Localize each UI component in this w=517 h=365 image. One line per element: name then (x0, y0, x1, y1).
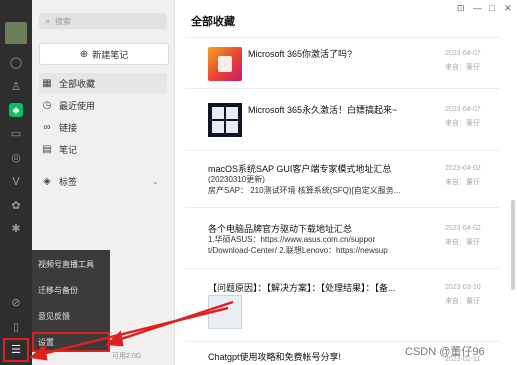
sidebar-item-label: 全部收藏 (59, 78, 96, 89)
clock-icon: ◷ (42, 99, 52, 111)
phone-icon[interactable]: ▯ (9, 320, 23, 334)
menu-item-live-tools[interactable]: 视频号直播工具 (32, 254, 110, 274)
item-source: 来自：董仔 (445, 120, 480, 127)
divider (185, 268, 500, 269)
sidebar-item-label: 链接 (59, 122, 78, 133)
link-icon: ∞ (43, 121, 51, 133)
item-date: 2023-04-02 (445, 225, 481, 232)
mini-program-icon[interactable]: ✿ (9, 199, 23, 213)
minimize-icon[interactable]: — (473, 3, 482, 13)
mini-games-icon[interactable]: ⊘ (9, 296, 23, 310)
item-date: 2023-04-07 (445, 106, 481, 113)
item-source: 来自：董仔 (445, 179, 480, 186)
favorites-icon[interactable]: ◆ (9, 103, 23, 117)
page-title: 全部收藏 (191, 16, 235, 28)
sidebar-item-label: 最近使用 (59, 100, 96, 111)
grid-icon: ▦ (42, 77, 52, 89)
windows-logo-thumbnail (208, 103, 242, 137)
annotation-arrows (29, 300, 234, 361)
menu-button-highlight (3, 338, 29, 362)
sidebar-item-recent[interactable]: ◷ 最近使用 (39, 95, 167, 115)
sidebar-item-label: 笔记 (59, 144, 78, 155)
sidebar-item-tags[interactable]: ◈ 标签 ⌄ (39, 171, 167, 191)
contacts-icon[interactable]: ♙ (9, 80, 23, 94)
item-source: 来自：董仔 (445, 239, 480, 246)
search-icon: ⌕ (45, 15, 51, 26)
new-note-label: 新建笔记 (92, 49, 129, 60)
chevron-down-icon: ⌄ (152, 176, 159, 186)
new-note-button[interactable]: ⊕ 新建笔记 (39, 43, 169, 65)
folder-icon[interactable]: ▭ (9, 127, 23, 141)
item-date: 2023-04-07 (445, 50, 481, 57)
item-snippet: 房产SAP： 210测试环境 核算系统(SFQ)[自定义服务... (208, 186, 401, 195)
item-snippet: 1.华硕ASUS：https://www.asus.com.cn/suppor (208, 235, 376, 244)
search-placeholder: 搜索 (55, 16, 72, 26)
item-date: 2023-04-02 (445, 165, 481, 172)
item-snippet: (20230310更新) (208, 175, 265, 184)
channels-icon[interactable]: ᐯ (9, 175, 23, 189)
pin-icon[interactable]: ⊡ (457, 3, 465, 14)
sidebar-item-all-favorites[interactable]: ▦ 全部收藏 (39, 73, 167, 93)
office-logo-thumbnail (208, 47, 242, 81)
maximize-icon[interactable]: □ (489, 3, 494, 13)
note-icon: ▤ (42, 143, 52, 155)
divider (185, 37, 500, 38)
divider (185, 150, 500, 151)
divider (185, 207, 500, 208)
item-title: Microsoft 365永久激活！白嫖搞起来~ (248, 105, 398, 115)
item-snippet: t/Download-Center/ 2.联想Lenovo：https://ne… (208, 246, 388, 255)
avatar[interactable] (5, 22, 27, 44)
chat-icon[interactable]: ◯ (9, 56, 23, 70)
item-title: Microsoft 365你激活了吗? (248, 49, 353, 59)
menu-item-migrate-backup[interactable]: 迁移与备份 (32, 280, 110, 300)
scrollbar[interactable] (511, 200, 515, 290)
watermark: CSDN @董仔96 (405, 346, 485, 358)
plus-circle-icon: ⊕ (79, 48, 89, 60)
item-date: 2023-03-10 (445, 284, 481, 291)
search-input[interactable]: ⌕ 搜索 (39, 13, 167, 29)
sidebar-item-notes[interactable]: ▤ 笔记 (39, 139, 167, 159)
sidebar-item-label: 标签 (59, 176, 78, 187)
arrow-to-menu (37, 306, 229, 357)
search-sparkle-icon[interactable]: ✱ (9, 222, 23, 236)
arrowhead (29, 344, 48, 361)
item-source: 来自：董仔 (445, 64, 480, 71)
item-source: 来自：董仔 (445, 298, 480, 305)
moments-icon[interactable]: ◎ (9, 151, 23, 165)
tag-icon: ◈ (43, 175, 51, 187)
close-icon[interactable]: ✕ (504, 3, 512, 14)
item-title: 【问题原因】：【解决方案】：【处理结果】：【备... (208, 283, 396, 293)
divider (185, 88, 500, 89)
sidebar-item-links[interactable]: ∞ 链接 (39, 117, 167, 137)
